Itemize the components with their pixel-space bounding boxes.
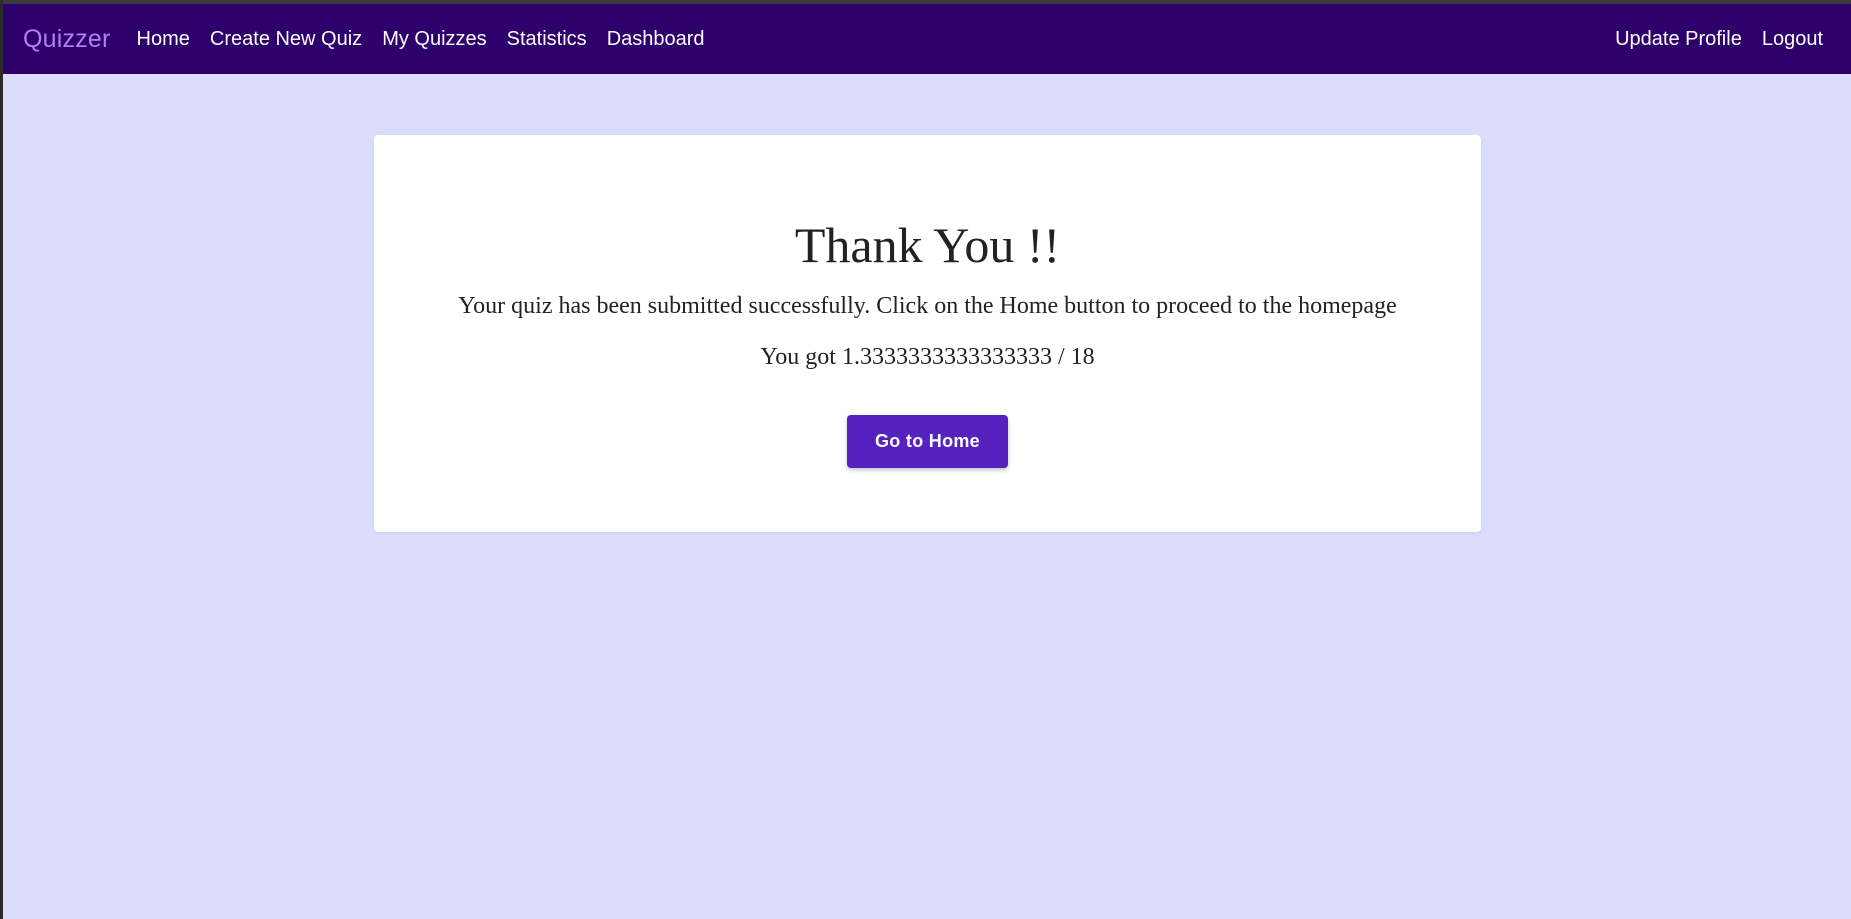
nav-create-new-quiz[interactable]: Create New Quiz <box>210 28 362 51</box>
nav-logout[interactable]: Logout <box>1762 28 1823 51</box>
score-text: You got 1.3333333333333333 / 18 <box>760 344 1095 370</box>
submission-message: Your quiz has been submitted successfull… <box>458 293 1397 319</box>
nav-update-profile[interactable]: Update Profile <box>1615 28 1742 51</box>
brand-logo[interactable]: Quizzer <box>23 25 111 54</box>
nav-my-quizzes[interactable]: My Quizzes <box>382 28 486 51</box>
nav-dashboard[interactable]: Dashboard <box>607 28 705 51</box>
window-left-edge <box>0 0 3 919</box>
go-to-home-button[interactable]: Go to Home <box>847 415 1008 468</box>
nav-right-group: Update Profile Logout <box>1615 28 1831 51</box>
nav-home[interactable]: Home <box>137 28 190 51</box>
top-navbar: Quizzer Home Create New Quiz My Quizzes … <box>3 4 1851 74</box>
thank-you-heading: Thank You !! <box>794 217 1061 273</box>
result-card: Thank You !! Your quiz has been submitte… <box>374 135 1481 532</box>
nav-statistics[interactable]: Statistics <box>507 28 587 51</box>
